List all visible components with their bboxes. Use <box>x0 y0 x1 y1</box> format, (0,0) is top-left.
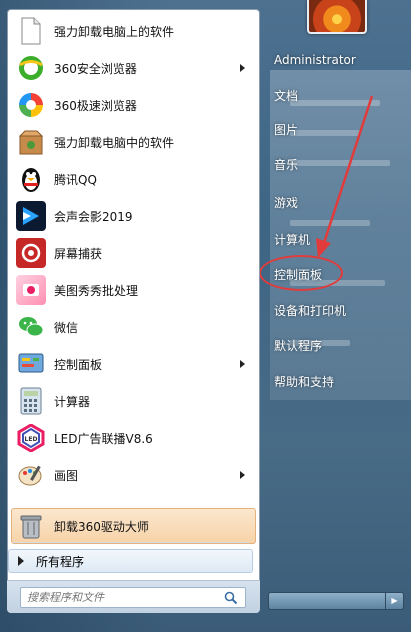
program-label: 屏幕捕获 <box>54 246 103 261</box>
all-programs-button[interactable]: 所有程序 <box>8 549 253 573</box>
led-icon: LED <box>16 423 46 453</box>
program-item-qq[interactable]: 腾讯QQ <box>11 161 256 197</box>
calculator-icon <box>16 386 46 416</box>
video-studio-icon <box>16 201 46 231</box>
program-item-control-panel[interactable]: 控制面板 <box>11 346 256 382</box>
program-item-360-browser[interactable]: 360安全浏览器 <box>11 50 256 86</box>
paint-icon <box>16 460 46 490</box>
program-label: 微信 <box>54 320 79 335</box>
program-label: 会声会影2019 <box>54 209 133 224</box>
submenu-arrow-icon <box>240 471 245 479</box>
program-label: 强力卸载电脑上的软件 <box>54 24 175 39</box>
start-menu-programs-pane: 强力卸载电脑上的软件 360安全浏览器 360极速浏览器 强力卸载电脑中的软件 <box>7 9 260 613</box>
program-item-led-ad[interactable]: LED LED广告联播V8.6 <box>11 420 256 456</box>
program-label: 画图 <box>54 468 79 483</box>
program-item-paint[interactable]: 画图 <box>11 457 256 493</box>
program-item-video-studio[interactable]: 会声会影2019 <box>11 198 256 234</box>
program-item-wechat[interactable]: 微信 <box>11 309 256 345</box>
program-label: LED广告联播V8.6 <box>54 431 153 446</box>
submenu-arrow-icon <box>240 360 245 368</box>
qq-penguin-icon <box>16 164 46 194</box>
program-item-calculator[interactable]: 计算器 <box>11 383 256 419</box>
submenu-arrow-icon <box>240 64 245 72</box>
program-label: 腾讯QQ <box>54 172 97 187</box>
shutdown-options-arrow[interactable]: ▶ <box>386 592 404 610</box>
separator <box>12 542 250 543</box>
search-area <box>7 580 260 613</box>
program-label: 美图秀秀批处理 <box>54 283 139 298</box>
program-label: 360安全浏览器 <box>54 61 137 76</box>
uninstall-box-icon <box>16 127 46 157</box>
expand-triangle-icon <box>18 556 24 566</box>
document-icon <box>16 16 46 46</box>
control-panel-icon <box>16 349 46 379</box>
program-item-screen-capture[interactable]: 屏幕捕获 <box>11 235 256 271</box>
program-label: 强力卸载电脑中的软件 <box>54 135 175 150</box>
program-item-meitu-batch[interactable]: 美图秀秀批处理 <box>11 272 256 308</box>
360-speed-browser-icon <box>16 90 46 120</box>
program-item-uninstall-software[interactable]: 强力卸载电脑中的软件 <box>11 124 256 160</box>
wechat-icon <box>16 312 46 342</box>
search-icon[interactable] <box>224 591 238 605</box>
svg-text:LED: LED <box>25 436 38 443</box>
program-item-uninstall-computer-software[interactable]: 强力卸载电脑上的软件 <box>11 13 256 49</box>
360-browser-icon <box>16 53 46 83</box>
screen-capture-icon <box>16 238 46 268</box>
all-programs-label: 所有程序 <box>36 554 85 569</box>
program-label: 计算器 <box>54 394 91 409</box>
program-item-360-speed-browser[interactable]: 360极速浏览器 <box>11 87 256 123</box>
meitu-icon <box>16 275 46 305</box>
trash-can-icon <box>16 511 46 541</box>
program-label: 控制面板 <box>54 357 103 372</box>
program-item-uninstall-360-driver[interactable]: 卸载360驱动大师 <box>11 508 256 544</box>
program-label: 卸载360驱动大师 <box>54 519 149 534</box>
search-input[interactable] <box>20 587 246 608</box>
shutdown-button[interactable] <box>268 592 386 610</box>
program-label: 360极速浏览器 <box>54 98 137 113</box>
